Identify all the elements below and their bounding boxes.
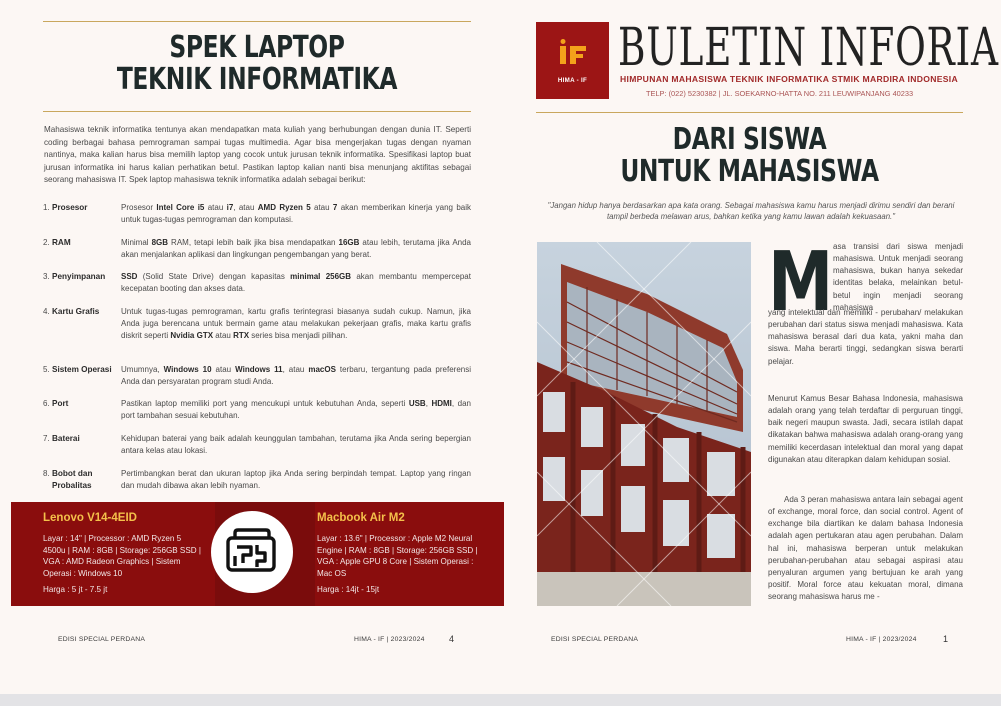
spec-name: Penyimpanan — [52, 272, 106, 281]
masthead-address: TELP: (022) 5230382 | JL. SOEKARNO-HATTA… — [646, 89, 914, 98]
spec-name: RAM — [52, 238, 71, 247]
spec-description: Minimal 8GB RAM, tetapi lebih baik jika … — [121, 238, 472, 259]
spec-description: Pertimbangkan berat dan ukuran laptop ji… — [121, 469, 471, 490]
right-footer-org: HIMA - IF | 2023/2024 — [846, 636, 917, 643]
masthead-rule — [536, 112, 963, 113]
campus-building-photo — [537, 242, 751, 606]
right-title-line1: DARI SISWA — [672, 122, 827, 157]
promo-right-title: Macbook Air M2 — [317, 512, 405, 524]
spec-name: Port — [52, 399, 69, 408]
masthead-subtitle: HIMPUNAN MAHASISWA TEKNIK INFORMATIKA ST… — [620, 74, 959, 84]
left-footer-edition: EDISI SPECIAL PERDANA — [58, 636, 146, 643]
newsletter-spread: SPEK LAPTOP TEKNIK INFORMATIKA Mahasiswa… — [0, 0, 1001, 694]
article-para1-rest: yang intelektual dan memiliki - perubaha… — [768, 308, 963, 366]
promo-right-specs: Layar : 13.6" | Processor : Apple M2 Neu… — [317, 534, 478, 579]
page-shadow — [0, 694, 1001, 706]
promo-left-specs: Layar : 14" | Processor : AMD Ryzen 5 45… — [43, 534, 201, 579]
spec-name: Prosesor — [52, 203, 88, 212]
spec-description: SSD (Solid State Drive) dengan kapasitas… — [121, 272, 471, 293]
article-para2: Menurut Kamus Besar Bahasa Indonesia, ma… — [768, 394, 963, 464]
spec-description: Kehidupan baterai yang baik adalah keung… — [121, 434, 471, 455]
hima-if-logo-icon — [560, 39, 586, 64]
article-para1-start: asa transisi dari siswa menjadi mahasisw… — [833, 242, 963, 312]
spec-description: Untuk tugas-tugas pemrograman, kartu gra… — [121, 307, 471, 340]
spec-description: Pastikan laptop memiliki port yang mencu… — [121, 399, 471, 420]
right-page-number: 1 — [943, 634, 949, 644]
right-title-line2: UNTUK MAHASISWA — [620, 154, 879, 190]
hima-if-logo: HIMA - IF — [536, 22, 609, 99]
left-footer-org: HIMA - IF | 2023/2024 — [354, 636, 425, 643]
left-title-line1: SPEK LAPTOP — [169, 30, 345, 65]
spec-name: Sistem Operasi — [52, 365, 112, 374]
left-title-line2: TEKNIK INFORMATIKA — [116, 62, 398, 98]
spec-name: Kartu Grafis — [52, 307, 100, 316]
promo-left-title: Lenovo V14-4EID — [43, 512, 137, 524]
left-page-title: SPEK LAPTOP TEKNIK INFORMATIKA — [90, 30, 424, 98]
article-quote: "Jangan hidup hanya berdasarkan apa kata… — [547, 201, 955, 222]
promo-right-price: Harga : 14jt - 15jt — [317, 585, 380, 594]
spec-description: Prosesor Intel Core i5 atau i7, atau AMD… — [121, 203, 472, 224]
spec-name: Bobot dan Probalitas — [52, 469, 93, 491]
title-rule-left — [43, 111, 471, 112]
masthead-title: BULETIN INFORIA — [618, 18, 999, 78]
intro-paragraph: Mahasiswa teknik informatika tentunya ak… — [44, 125, 471, 185]
logo-label: HIMA - IF — [557, 77, 588, 84]
article-para3: Ada 3 peran mahasiswa antara lain sebaga… — [768, 495, 963, 602]
promo-left-price: Harga : 5 jt - 7.5 jt — [43, 585, 108, 594]
right-page-title: DARI SISWA UNTUK MAHASISWA — [583, 122, 916, 190]
left-page-number: 4 — [449, 634, 455, 644]
right-footer-edition: EDISI SPECIAL PERDANA — [551, 636, 639, 643]
circuit-logo-icon — [211, 511, 293, 593]
spec-description: Umumnya, Windows 10 atau Windows 11, ata… — [121, 365, 472, 386]
spec-name: Baterai — [52, 434, 80, 443]
top-rule-left — [43, 21, 471, 22]
